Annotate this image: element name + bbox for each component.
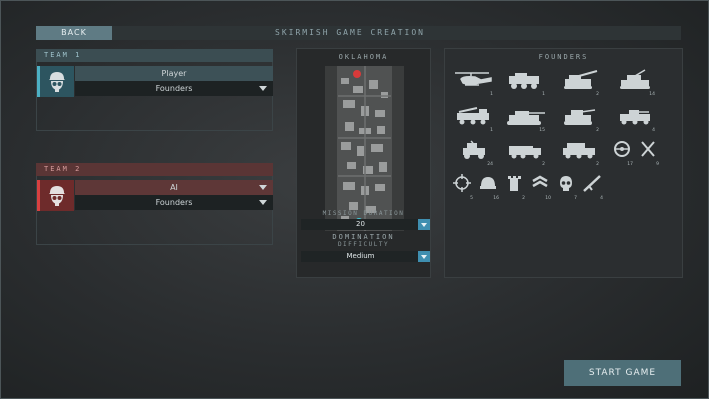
difficulty-label: DIFFICULTY: [337, 241, 390, 248]
chevron-down-icon: [259, 185, 267, 190]
map-panel: OKLAHOMA DOMINATION MISSION DURATION 20 …: [296, 48, 431, 278]
team-1-avatar: [37, 66, 74, 97]
battle-tank-icon[interactable]: 15: [503, 105, 547, 133]
tools-icon[interactable]: 9: [635, 139, 661, 167]
chevron-down-icon: [259, 86, 267, 91]
map-preview[interactable]: [325, 66, 404, 231]
rocket-launcher-icon[interactable]: 2: [557, 139, 601, 167]
page-title: SKIRMISH GAME CREATION: [275, 28, 425, 37]
team-1-faction-select[interactable]: Founders: [75, 81, 273, 96]
ifv-icon[interactable]: 4: [613, 105, 657, 133]
team-2-header: TEAM 2: [36, 163, 273, 176]
crosshair-icon[interactable]: 5: [449, 173, 475, 201]
artillery-icon[interactable]: 2: [557, 69, 601, 97]
tower-icon[interactable]: 2: [501, 173, 527, 201]
missile-truck-icon[interactable]: 1: [451, 105, 495, 133]
mission-duration-label: MISSION DURATION: [322, 210, 405, 217]
steering-wheel-icon[interactable]: 17: [609, 139, 635, 167]
map-preview-image: [325, 66, 404, 231]
team-1-player-slot[interactable]: Player: [75, 66, 273, 81]
team-1-faction-label: Founders: [155, 84, 193, 93]
map-name: OKLAHOMA: [338, 53, 389, 61]
units-panel: FOUNDERS 1 1 2 14 1 15 2 4 24 2 2 17 9 5…: [444, 48, 683, 278]
difficulty-value: Medium: [346, 252, 375, 260]
team-2-player-select[interactable]: AI: [75, 180, 273, 195]
team-1-panel: TEAM 1 Player Founders: [36, 49, 273, 131]
skull-helmet-icon: [49, 185, 65, 206]
team-1-header: TEAM 1: [36, 49, 273, 62]
chevron-down-icon: [259, 200, 267, 205]
red-spawn-marker: [353, 70, 361, 78]
mission-duration-select[interactable]: 20: [301, 219, 430, 230]
mission-duration-value: 20: [356, 220, 365, 228]
chevron-rank-icon[interactable]: 10: [527, 173, 553, 201]
team-2-panel: TEAM 2 AI Founders: [36, 163, 273, 245]
team-2-faction-select[interactable]: Founders: [75, 195, 273, 210]
difficulty-select[interactable]: Medium: [301, 251, 430, 262]
helicopter-icon[interactable]: 1: [451, 69, 495, 97]
team-2-player-label: AI: [170, 183, 178, 192]
rifle-icon[interactable]: 4: [579, 173, 605, 201]
start-game-button[interactable]: START GAME: [564, 360, 681, 386]
light-tank-icon[interactable]: 2: [557, 105, 601, 133]
units-panel-title: FOUNDERS: [538, 53, 589, 61]
team-2-faction-label: Founders: [155, 198, 193, 207]
skull-icon[interactable]: 7: [553, 173, 579, 201]
team-2-avatar: [37, 180, 74, 211]
jeep-icon[interactable]: 24: [451, 139, 495, 167]
chevron-down-icon[interactable]: [418, 251, 430, 262]
back-button[interactable]: BACK: [36, 26, 112, 40]
anti-air-tank-icon[interactable]: 14: [613, 69, 657, 97]
helmet-icon[interactable]: 16: [475, 173, 501, 201]
armored-truck-icon[interactable]: 1: [503, 69, 547, 97]
supply-truck-icon[interactable]: 2: [503, 139, 547, 167]
skull-helmet-icon: [49, 71, 65, 92]
chevron-down-icon[interactable]: [418, 219, 430, 230]
game-mode: DOMINATION: [332, 233, 395, 241]
